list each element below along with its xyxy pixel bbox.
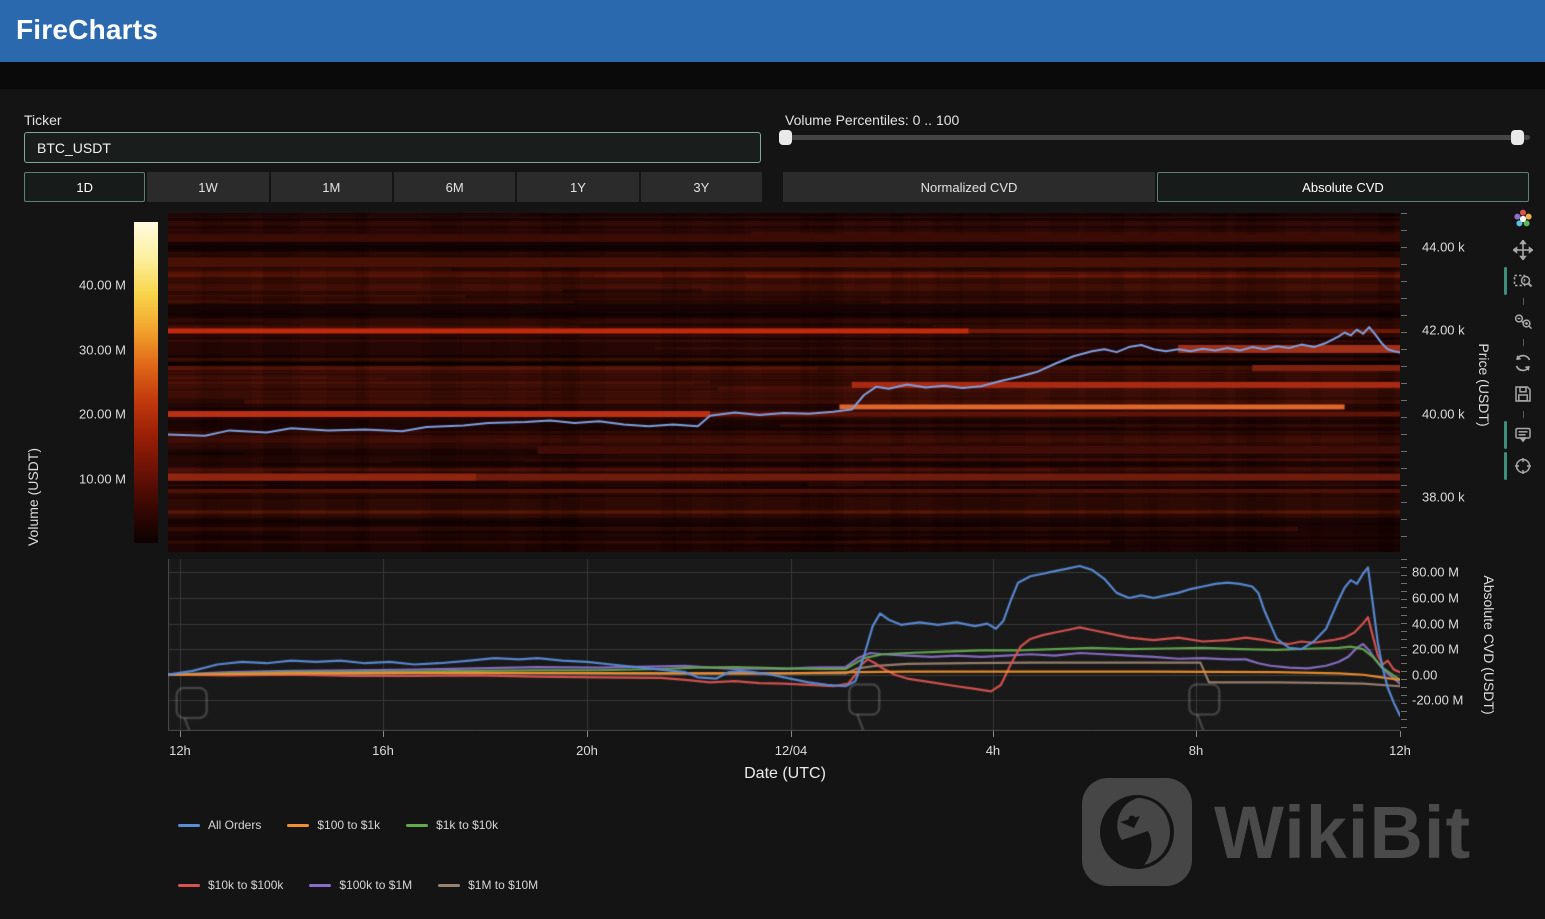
ticker-input[interactable] bbox=[24, 132, 761, 163]
slider-handle-low[interactable] bbox=[779, 130, 792, 145]
app-title: FireCharts bbox=[16, 14, 158, 46]
modebar-separator bbox=[1523, 339, 1524, 346]
price-axis-ticks bbox=[1401, 213, 1407, 552]
price-tick-label: 40.00 k bbox=[1422, 406, 1465, 421]
x-tick-mark bbox=[993, 731, 994, 737]
price-tick-label: 44.00 k bbox=[1422, 240, 1465, 255]
firecharts-app: FireCharts Ticker 1D1W1M6M1Y3Y Volume Pe… bbox=[0, 0, 1545, 919]
range-button-1d[interactable]: 1D bbox=[24, 172, 145, 202]
legend-line-swatch bbox=[178, 884, 200, 887]
modebar-active-indicator bbox=[1504, 267, 1507, 295]
x-tick-label: 4h bbox=[986, 743, 1000, 758]
legend-item--100-to-1k[interactable]: $100 to $1k bbox=[287, 818, 380, 832]
hover-closest-icon[interactable] bbox=[1511, 423, 1535, 447]
cvd-tick-label: 40.00 M bbox=[1412, 616, 1459, 631]
modebar-active-indicator bbox=[1504, 421, 1507, 449]
legend-item--1k-to-10k[interactable]: $1k to $10k bbox=[406, 818, 498, 832]
x-tick-mark bbox=[383, 731, 384, 737]
range-button-1m[interactable]: 1M bbox=[271, 172, 392, 202]
cvd-button-absolute-cvd[interactable]: Absolute CVD bbox=[1157, 172, 1529, 202]
cvd-tick-label: 20.00 M bbox=[1412, 642, 1459, 657]
box-zoom-icon[interactable] bbox=[1511, 269, 1535, 293]
slider-handle-high[interactable] bbox=[1511, 130, 1524, 145]
colorbar-tick-label: 10.00 M bbox=[79, 471, 126, 486]
wikibit-text: WikiBit bbox=[1214, 790, 1471, 875]
cvd-axis-title: Absolute CVD (USDT) bbox=[1481, 575, 1497, 714]
cvd-tick-label: 60.00 M bbox=[1412, 591, 1459, 606]
x-tick-label: 16h bbox=[372, 743, 394, 758]
legend-label: All Orders bbox=[208, 818, 261, 832]
legend-item--10k-to-100k[interactable]: $10k to $100k bbox=[178, 878, 283, 892]
colorbar-tick-label: 20.00 M bbox=[79, 407, 126, 422]
volume-percentile-slider[interactable] bbox=[785, 135, 1530, 140]
volume-colorbar bbox=[134, 222, 158, 543]
x-tick-mark bbox=[1400, 731, 1401, 737]
colorbar-tick-label: 40.00 M bbox=[79, 278, 126, 293]
legend-line-swatch bbox=[178, 824, 200, 827]
legend-label: $100 to $1k bbox=[317, 818, 380, 832]
wikibit-watermark: WikiBit bbox=[1082, 778, 1471, 886]
range-button-6m[interactable]: 6M bbox=[394, 172, 515, 202]
legend-label: $10k to $100k bbox=[208, 878, 283, 892]
autoscale-icon[interactable] bbox=[1511, 351, 1535, 375]
x-axis-title: Date (UTC) bbox=[744, 765, 826, 783]
legend-line-swatch bbox=[438, 884, 460, 887]
x-tick-label: 12h bbox=[1389, 743, 1411, 758]
cvd-axis-ticks bbox=[1401, 559, 1407, 731]
modebar-separator bbox=[1523, 298, 1524, 305]
x-tick-mark bbox=[1196, 731, 1197, 737]
price-tick-label: 38.00 k bbox=[1422, 490, 1465, 505]
cvd-button-normalized-cvd[interactable]: Normalized CVD bbox=[783, 172, 1155, 202]
legend-item--1m-to-10m[interactable]: $1M to $10M bbox=[438, 878, 538, 892]
volume-axis-title: Volume (USDT) bbox=[25, 448, 41, 546]
range-button-1w[interactable]: 1W bbox=[147, 172, 268, 202]
save-image-icon[interactable] bbox=[1511, 382, 1535, 406]
legend-item--100k-to-1m[interactable]: $100k to $1M bbox=[309, 878, 412, 892]
range-button-1y[interactable]: 1Y bbox=[517, 172, 638, 202]
x-tick-label: 20h bbox=[576, 743, 598, 758]
x-tick-label: 8h bbox=[1189, 743, 1203, 758]
subheader-strip bbox=[0, 62, 1545, 89]
price-axis-title: Price (USDT) bbox=[1476, 343, 1492, 426]
legend-line-swatch bbox=[406, 824, 428, 827]
app-header: FireCharts bbox=[0, 0, 1545, 62]
price-tick-label: 42.00 k bbox=[1422, 323, 1465, 338]
volume-heatmap-chart[interactable] bbox=[168, 213, 1400, 552]
range-button-3y[interactable]: 3Y bbox=[641, 172, 762, 202]
x-tick-mark bbox=[587, 731, 588, 737]
ticker-label: Ticker bbox=[24, 112, 62, 128]
crosshair-icon[interactable] bbox=[1511, 454, 1535, 478]
x-tick-mark bbox=[791, 731, 792, 737]
cvd-tick-label: 0.00 bbox=[1412, 667, 1437, 682]
legend-label: $1M to $10M bbox=[468, 878, 538, 892]
cvd-line-chart[interactable] bbox=[168, 559, 1400, 731]
legend-label: $1k to $10k bbox=[436, 818, 498, 832]
legend-line-swatch bbox=[309, 884, 331, 887]
time-range-button-group: 1D1W1M6M1Y3Y bbox=[24, 172, 762, 202]
legend-row-2: $10k to $100k $100k to $1M $1M to $10M bbox=[178, 878, 538, 892]
legend-label: $100k to $1M bbox=[339, 878, 412, 892]
cvd-mode-button-group: Normalized CVDAbsolute CVD bbox=[783, 172, 1529, 202]
pan-icon[interactable] bbox=[1511, 238, 1535, 262]
legend-row-1: All Orders $100 to $1k $1k to $10k bbox=[178, 818, 498, 832]
zoom-in-out-icon[interactable] bbox=[1511, 310, 1535, 334]
cvd-tick-label: 80.00 M bbox=[1412, 565, 1459, 580]
legend-line-swatch bbox=[287, 824, 309, 827]
modebar-active-indicator bbox=[1504, 452, 1507, 480]
x-tick-label: 12h bbox=[169, 743, 191, 758]
wikibit-logo-icon bbox=[1082, 778, 1192, 886]
x-tick-label: 12/04 bbox=[775, 743, 808, 758]
colorbar-tick-label: 30.00 M bbox=[79, 342, 126, 357]
cvd-tick-label: -20.00 M bbox=[1412, 693, 1463, 708]
x-tick-mark bbox=[180, 731, 181, 737]
plotly-modebar bbox=[1508, 207, 1538, 485]
volume-percentiles-label: Volume Percentiles: 0 .. 100 bbox=[785, 112, 959, 128]
plotly-logo-icon bbox=[1511, 207, 1535, 231]
modebar-separator bbox=[1523, 411, 1524, 418]
legend-item-all-orders[interactable]: All Orders bbox=[178, 818, 261, 832]
